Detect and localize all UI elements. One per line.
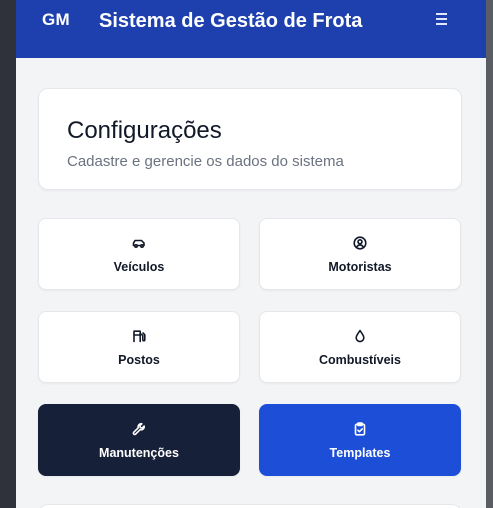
tile-veiculos[interactable]: Veículos (38, 218, 240, 290)
tile-postos[interactable]: Postos (38, 311, 240, 383)
clipboard-check-icon (260, 421, 460, 437)
app-logo[interactable]: GM (42, 10, 70, 30)
car-icon (39, 235, 239, 251)
app-window: GM Sistema de Gestão de Frota Configuraç… (16, 0, 486, 508)
app-title: Sistema de Gestão de Frota (99, 10, 363, 32)
user-circle-icon (260, 235, 460, 251)
tile-manutencoes[interactable]: Manutenções (38, 404, 240, 476)
droplet-icon (260, 328, 460, 344)
tile-motoristas[interactable]: Motoristas (259, 218, 461, 290)
tile-combustiveis[interactable]: Combustíveis (259, 311, 461, 383)
hamburger-menu-icon[interactable] (434, 10, 456, 30)
fuel-pump-icon (39, 328, 239, 344)
tile-label: Combustíveis (319, 353, 401, 367)
tile-templates[interactable]: Templates (259, 404, 461, 476)
wrench-icon (39, 421, 239, 437)
window-edge (486, 0, 493, 508)
tile-label: Templates (329, 446, 391, 460)
page-header-card: Configurações Cadastre e gerencie os dad… (38, 88, 462, 190)
page-title: Configurações (67, 117, 222, 144)
tile-label: Motoristas (328, 260, 392, 274)
tile-label: Veículos (113, 260, 165, 274)
bottom-card (38, 504, 462, 508)
page-subtitle: Cadastre e gerencie os dados do sistema (67, 153, 344, 170)
top-navbar: GM Sistema de Gestão de Frota (16, 0, 486, 58)
tile-label: Manutenções (99, 446, 179, 460)
tile-label: Postos (118, 353, 160, 367)
